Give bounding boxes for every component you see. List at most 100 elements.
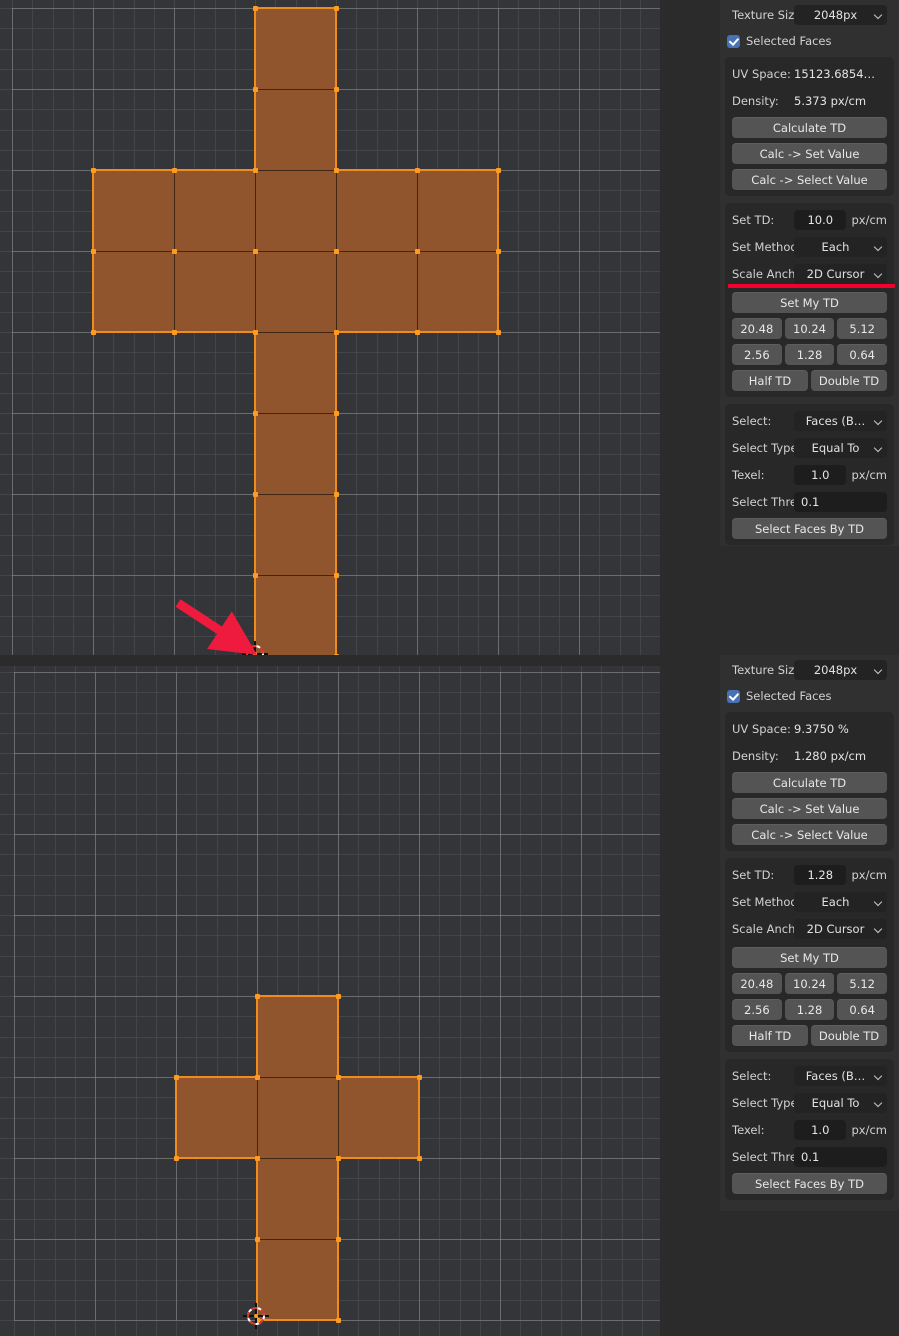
uv-face[interactable] [257,996,339,1078]
uv-face[interactable] [336,170,418,252]
calculate-td-button[interactable]: Calculate TD [732,117,887,138]
uv-boundary-edge[interactable] [254,493,256,577]
uv-vertex[interactable] [415,249,420,254]
calc-set-value-button[interactable]: Calc -> Set Value [732,143,887,164]
uv-boundary-edge[interactable] [335,412,337,496]
uv-boundary-edge[interactable] [335,169,419,171]
uv-face[interactable] [255,170,337,252]
set-method-dropdown[interactable]: Each [794,892,887,912]
uv-face[interactable] [255,8,337,90]
uv-boundary-edge[interactable] [173,169,257,171]
uv-editor-bottom[interactable] [0,666,660,1336]
half-td-button[interactable]: Half TD [732,370,808,391]
calc-select-value-button[interactable]: Calc -> Select Value [732,169,887,190]
texture-size-row[interactable]: Texture Size: 2048px [732,659,887,681]
select-type-dropdown[interactable]: Equal To [794,1093,887,1113]
uv-boundary-edge[interactable] [418,1076,420,1160]
preset-5-12-button[interactable]: 5.12 [837,973,888,994]
preset-10-24-button[interactable]: 10.24 [784,318,835,339]
uv-boundary-edge[interactable] [254,412,256,496]
uv-boundary-edge[interactable] [337,1238,339,1322]
uv-vertex[interactable] [253,87,258,92]
uv-face[interactable] [174,251,256,333]
preset-20-48-button[interactable]: 20.48 [732,318,782,339]
preset-1-28-button[interactable]: 1.28 [784,344,835,365]
texel-row[interactable]: Texel: 1.0 px/cm [732,1119,887,1141]
preset-row-1[interactable]: 20.48 10.24 5.12 [732,973,888,994]
uv-boundary-edge[interactable] [256,1157,258,1241]
select-row[interactable]: Select: Faces (B… [732,410,887,432]
uv-vertex[interactable] [334,168,339,173]
uv-vertex[interactable] [172,330,177,335]
uv-face[interactable] [338,1077,420,1159]
uv-vertex[interactable] [417,1075,422,1080]
uv-boundary-edge[interactable] [256,995,258,1079]
uv-vertex[interactable] [255,1156,260,1161]
uv-faces-top[interactable] [0,0,660,655]
uv-face[interactable] [93,170,175,252]
uv-vertex[interactable] [336,1237,341,1242]
uv-boundary-edge[interactable] [173,331,257,333]
select-threshold-input[interactable]: 0.1 [794,1147,887,1167]
uv-vertex[interactable] [172,168,177,173]
set-td-input[interactable]: 10.0 [794,210,847,230]
checkbox-icon[interactable] [727,689,740,703]
uv-boundary-edge[interactable] [337,1157,421,1159]
uv-vertex[interactable] [334,573,339,578]
texture-size-row[interactable]: Texture Size: 2048px [732,4,887,26]
texture-size-dropdown[interactable]: 2048px [794,660,887,680]
uv-face[interactable] [417,170,499,252]
uv-face[interactable] [255,494,337,576]
uv-vertex[interactable] [255,1075,260,1080]
uv-vertex[interactable] [334,411,339,416]
select-type-row[interactable]: Select Type: Equal To [732,1092,887,1114]
preset-row-2[interactable]: 2.56 1.28 0.64 [732,344,888,365]
select-row[interactable]: Select: Faces (B… [732,1065,887,1087]
uv-vertex[interactable] [496,168,501,173]
uv-face[interactable] [257,1077,339,1159]
uv-vertex[interactable] [336,1156,341,1161]
uv-face[interactable] [255,332,337,414]
preset-1-28-button[interactable]: 1.28 [784,999,835,1020]
preset-0-64-button[interactable]: 0.64 [837,344,888,365]
uv-vertex[interactable] [415,168,420,173]
select-type-dropdown[interactable]: Equal To [794,438,887,458]
uv-vertex[interactable] [334,6,339,11]
uv-boundary-edge[interactable] [416,169,500,171]
2d-cursor-icon[interactable] [242,641,268,655]
calc-select-value-button[interactable]: Calc -> Select Value [732,824,887,845]
uv-boundary-edge[interactable] [416,331,500,333]
uv-editor-top[interactable] [0,0,660,655]
preset-2-56-button[interactable]: 2.56 [732,999,782,1020]
uv-vertex[interactable] [334,654,339,655]
uv-face[interactable] [93,251,175,333]
preset-0-64-button[interactable]: 0.64 [837,999,888,1020]
texel-input[interactable]: 1.0 [794,1120,847,1140]
scale-anchor-dropdown[interactable]: 2D Cursor [794,264,887,284]
selected-faces-checkbox-row[interactable]: Selected Faces [720,686,899,706]
uv-vertex[interactable] [255,1237,260,1242]
preset-10-24-button[interactable]: 10.24 [784,973,835,994]
uv-boundary-edge[interactable] [92,169,94,253]
uv-boundary-edge[interactable] [335,7,337,91]
uv-boundary-edge[interactable] [92,169,176,171]
uv-face[interactable] [257,1239,339,1321]
uv-boundary-edge[interactable] [335,331,337,415]
select-faces-by-td-button[interactable]: Select Faces By TD [732,518,887,539]
preset-20-48-button[interactable]: 20.48 [732,973,782,994]
select-type-row[interactable]: Select Type: Equal To [732,437,887,459]
uv-vertex[interactable] [334,330,339,335]
half-double-row[interactable]: Half TD Double TD [732,1025,887,1046]
uv-vertex[interactable] [91,168,96,173]
uv-faces-bottom[interactable] [0,666,660,1336]
uv-boundary-edge[interactable] [337,1076,421,1078]
uv-face[interactable] [255,413,337,495]
uv-vertex[interactable] [253,6,258,11]
uv-vertex[interactable] [496,330,501,335]
uv-vertex[interactable] [174,1075,179,1080]
selected-faces-checkbox-row[interactable]: Selected Faces [720,31,899,51]
calculate-td-button[interactable]: Calculate TD [732,772,887,793]
set-method-row[interactable]: Set Method: Each [732,891,887,913]
preset-row-2[interactable]: 2.56 1.28 0.64 [732,999,888,1020]
uv-boundary-edge[interactable] [335,493,337,577]
